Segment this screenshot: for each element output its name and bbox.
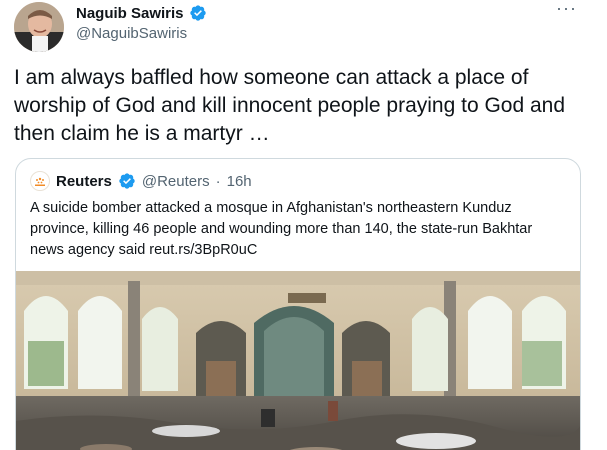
verified-badge-icon: [189, 5, 206, 21]
mosque-interior-photo: [16, 271, 580, 450]
quoted-tweet-text: A suicide bomber attacked a mosque in Af…: [30, 200, 533, 258]
quoted-tweet-card[interactable]: Reuters @Reuters · 16h A suicide bomber …: [15, 158, 581, 450]
author-display-name[interactable]: Naguib Sawiris: [76, 5, 184, 22]
avatar-photo: [14, 2, 64, 52]
more-options-icon[interactable]: ···: [556, 0, 577, 17]
reuters-logo-icon: [30, 171, 50, 191]
author-handle[interactable]: @NaguibSawiris: [76, 25, 187, 42]
quoted-author-name[interactable]: Reuters: [56, 173, 112, 190]
author-name-row[interactable]: Naguib Sawiris: [76, 4, 207, 22]
quoted-timestamp[interactable]: 16h: [227, 173, 252, 190]
author-avatar[interactable]: [14, 2, 64, 52]
quoted-author-handle[interactable]: @Reuters: [142, 173, 210, 190]
quoted-verified-badge-icon: [119, 173, 135, 189]
quoted-tweet-header: Reuters @Reuters · 16h: [30, 171, 252, 191]
tweet-text: I am always baffled how someone can atta…: [14, 66, 566, 145]
quoted-tweet-media[interactable]: [16, 271, 580, 450]
quoted-separator: ·: [215, 172, 221, 190]
